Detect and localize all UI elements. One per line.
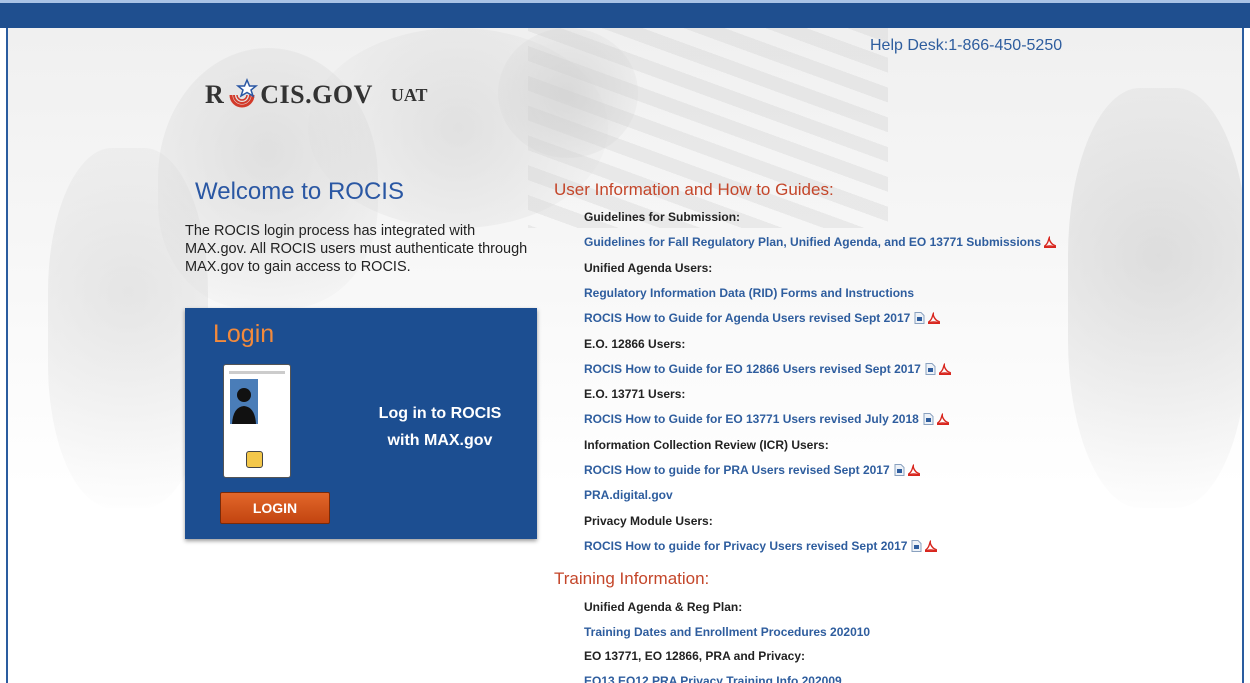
training-info-title: Training Information: — [554, 569, 710, 588]
login-message: Log in to ROCIS with MAX.gov — [365, 400, 515, 454]
guide-link[interactable]: ROCIS How to Guide for EO 13771 Users re… — [584, 412, 949, 426]
section-subheading: Information Collection Review (ICR) User… — [584, 438, 829, 452]
login-panel: Login Log in to ROCIS with MAX.gov LOGIN — [185, 308, 537, 539]
environment-label: UAT — [390, 84, 428, 105]
section-subheading: EO 13771, EO 12866, PRA and Privacy: — [584, 649, 805, 663]
link-text: Training Dates and Enrollment Procedures… — [584, 624, 871, 639]
document-icon[interactable] — [911, 539, 922, 552]
section-subheading: E.O. 12866 Users: — [584, 337, 685, 351]
pdf-icon[interactable] — [907, 464, 920, 476]
guide-link[interactable]: EO13 EO12 PRA Privacy Training Info 2020… — [584, 674, 842, 683]
link-text: PRA.digital.gov — [584, 488, 673, 503]
subheading-text: Privacy Module Users: — [584, 513, 713, 528]
logo-suffix: CIS.GOV — [260, 80, 373, 109]
link-text: ROCIS How to Guide for EO 13771 Users re… — [584, 412, 919, 427]
subheading-text: E.O. 12866 Users: — [584, 336, 686, 351]
card-strip — [229, 371, 285, 374]
page-frame: Help Desk:1-866-450-5250 R CIS.GOV UAT W… — [6, 28, 1244, 683]
document-icon[interactable] — [914, 312, 925, 325]
subheading-text: Unified Agenda Users: — [584, 260, 713, 275]
pdf-icon[interactable] — [1043, 236, 1057, 249]
section-subheading: E.O. 13771 Users: — [584, 387, 685, 401]
guide-link[interactable]: Guidelines for Fall Regulatory Plan, Uni… — [584, 235, 1057, 250]
person-silhouette-icon — [230, 379, 258, 424]
welcome-title: Welcome to ROCIS — [195, 178, 404, 205]
document-icon[interactable] — [923, 413, 934, 426]
section-subheading: Unified Agenda & Reg Plan: — [584, 600, 742, 614]
link-text: ROCIS How to guide for PRA Users revised… — [584, 463, 890, 477]
login-message-line1: Log in to ROCIS — [378, 405, 502, 422]
guide-link[interactable]: ROCIS How to guide for Privacy Users rev… — [584, 538, 938, 553]
subheading-text: Guidelines for Submission: — [584, 210, 741, 224]
help-desk-phone: Help Desk:1-866-450-5250 — [870, 37, 1063, 54]
background-figure — [498, 28, 638, 158]
star-swoosh-icon — [225, 78, 259, 112]
link-text: EO13 EO12 PRA Privacy Training Info 2020… — [584, 673, 842, 683]
document-icon[interactable] — [894, 464, 905, 476]
subheading-text: Unified Agenda & Reg Plan: — [584, 600, 743, 614]
card-chip-icon — [246, 451, 263, 468]
subheading-text: E.O. 13771 Users: — [584, 387, 686, 402]
guide-link[interactable]: Training Dates and Enrollment Procedures… — [584, 625, 870, 639]
link-text: Guidelines for Fall Regulatory Plan, Uni… — [584, 235, 1041, 250]
link-text: ROCIS How to Guide for EO 12866 Users re… — [584, 361, 921, 376]
pdf-icon[interactable] — [938, 363, 951, 375]
section-subheading: Unified Agenda Users: — [584, 261, 712, 275]
guide-link[interactable]: Regulatory Information Data (RID) Forms … — [584, 286, 914, 300]
guide-link[interactable]: ROCIS How to Guide for Agenda Users revi… — [584, 311, 941, 326]
top-banner — [0, 0, 1250, 28]
guide-link[interactable]: PRA.digital.gov — [584, 488, 673, 502]
link-text: ROCIS How to Guide for Agenda Users revi… — [584, 311, 911, 326]
login-message-line2: with MAX.gov — [387, 432, 493, 449]
section-subheading: Guidelines for Submission: — [584, 210, 740, 224]
logo-prefix: R — [205, 80, 225, 109]
document-icon[interactable] — [925, 362, 936, 375]
welcome-text: The ROCIS login process has integrated w… — [185, 223, 528, 275]
pdf-icon[interactable] — [936, 413, 949, 426]
link-text: Regulatory Information Data (RID) Forms … — [584, 285, 915, 300]
rocis-logo: R CIS.GOV UAT — [205, 75, 428, 115]
guide-link[interactable]: ROCIS How to Guide for EO 12866 Users re… — [584, 362, 951, 376]
background-figure — [1068, 88, 1242, 508]
pdf-icon[interactable] — [925, 540, 938, 552]
login-button[interactable]: LOGIN — [220, 492, 330, 524]
subheading-text: Information Collection Review (ICR) User… — [584, 437, 829, 452]
login-title: Login — [213, 320, 275, 348]
section-subheading: Privacy Module Users: — [584, 514, 713, 528]
link-text: ROCIS How to guide for Privacy Users rev… — [584, 538, 908, 553]
subheading-text: EO 13771, EO 12866, PRA and Privacy: — [584, 649, 806, 663]
guide-link[interactable]: ROCIS How to guide for PRA Users revised… — [584, 463, 920, 477]
id-card-icon — [223, 364, 291, 478]
pdf-icon[interactable] — [928, 312, 941, 325]
user-info-title: User Information and How to Guides: — [554, 180, 834, 199]
